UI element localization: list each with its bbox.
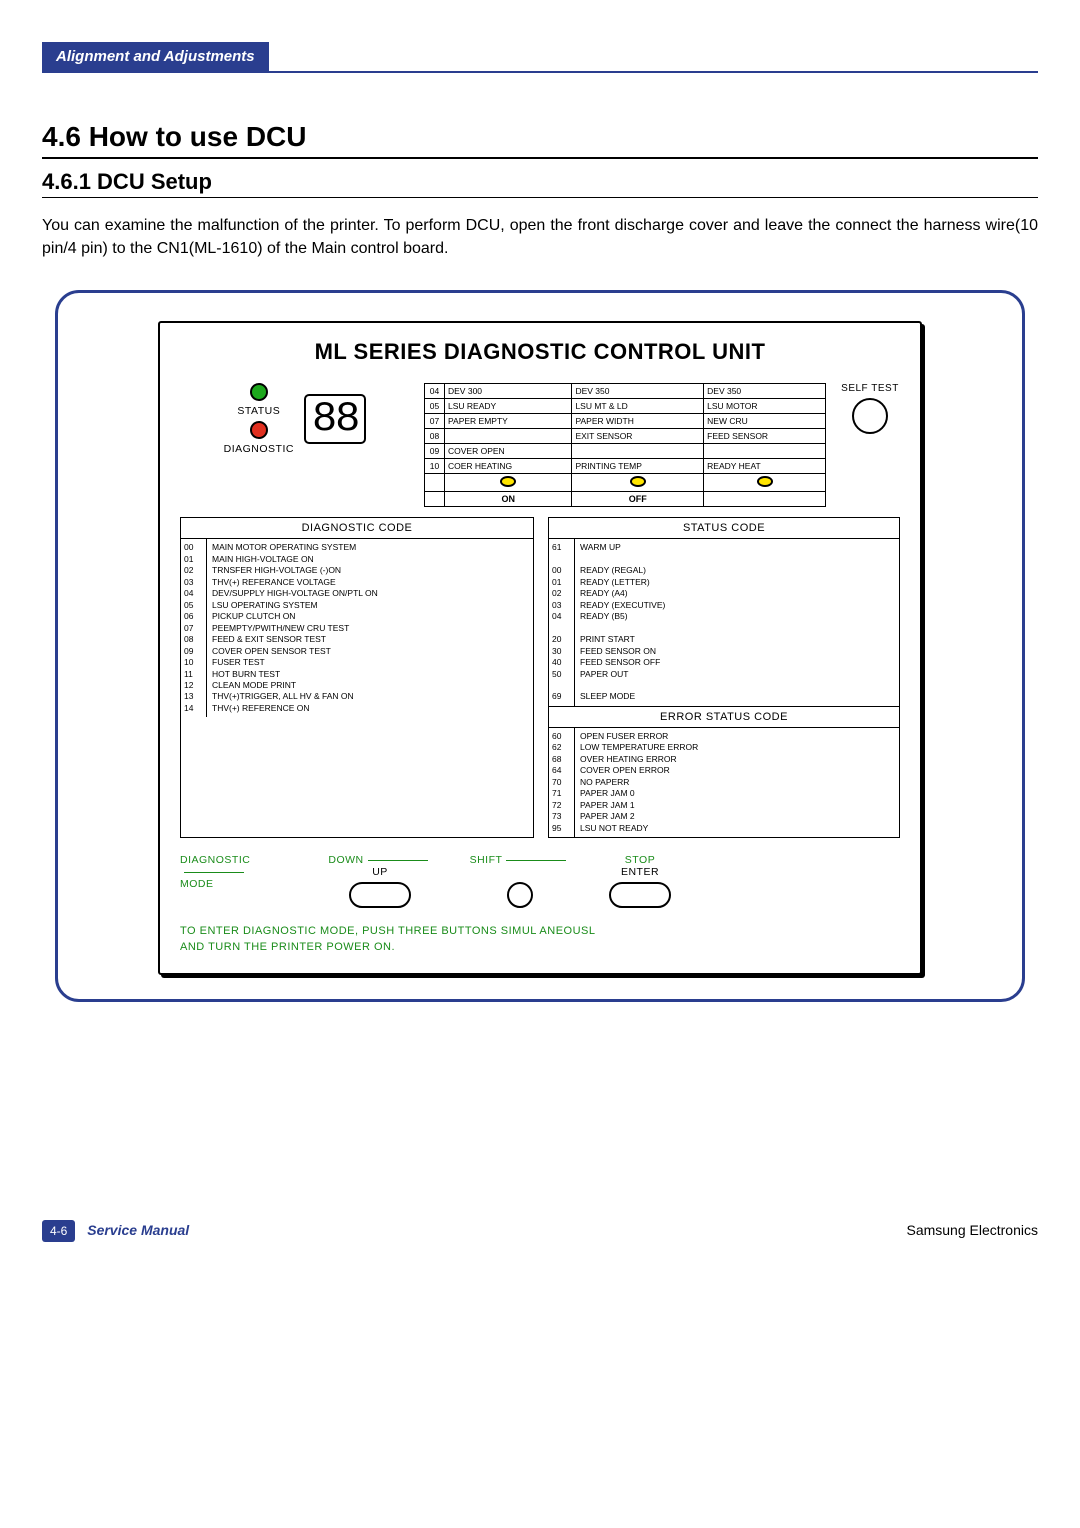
up-label: UP (310, 866, 450, 878)
header-bar: Alignment and Adjustments (42, 42, 1038, 73)
up-down-button[interactable] (349, 882, 411, 908)
company-label: Samsung Electronics (906, 1222, 1038, 1238)
dcu-title: ML SERIES DIAGNOSTIC CONTROL UNIT (180, 339, 900, 365)
self-test-block: SELF TEST (840, 383, 900, 507)
diagnostic-label: DIAGNOSTIC (224, 443, 294, 455)
instruction-text: TO ENTER DIAGNOSTIC MODE, PUSH THREE BUT… (180, 924, 900, 955)
shift-button[interactable] (507, 882, 533, 908)
subsection-heading: 4.6.1 DCU Setup (42, 169, 1038, 198)
status-led-red (250, 421, 268, 439)
self-test-label: SELF TEST (840, 383, 900, 394)
header-tab: Alignment and Adjustments (42, 42, 269, 71)
status-block: STATUS DIAGNOSTIC 88 (180, 383, 410, 507)
service-manual-label: Service Manual (87, 1222, 189, 1238)
self-test-button[interactable] (852, 398, 888, 434)
stop-enter-button[interactable] (609, 882, 671, 908)
status-label: STATUS (237, 405, 280, 417)
section-heading: 4.6 How to use DCU (42, 121, 1038, 159)
body-paragraph: You can examine the malfunction of the p… (42, 214, 1038, 260)
error-code-box: ERROR STATUS CODE 606268647071727395 OPE… (548, 707, 900, 838)
dcu-box: ML SERIES DIAGNOSTIC CONTROL UNIT STATUS… (158, 321, 922, 975)
status-led-green (250, 383, 268, 401)
dcu-panel-frame: ML SERIES DIAGNOSTIC CONTROL UNIT STATUS… (55, 290, 1025, 1002)
down-label: DOWN (328, 854, 363, 866)
diag-mode-label: DIAGNOSTIC (180, 854, 250, 866)
page-number: 4-6 (42, 1220, 75, 1242)
button-row: DIAGNOSTIC MODE DOWN UP SHIFT STOP ENTER (180, 854, 900, 908)
error-code-title: ERROR STATUS CODE (549, 707, 899, 728)
page-footer: 4-6 Service Manual Samsung Electronics (42, 1222, 1038, 1238)
status-code-title: STATUS CODE (549, 518, 899, 539)
shift-label: SHIFT (470, 854, 503, 866)
diagnostic-code-title: DIAGNOSTIC CODE (181, 518, 533, 539)
segment-display: 88 (304, 394, 366, 444)
stop-label: STOP (625, 854, 655, 866)
enter-label: ENTER (590, 866, 690, 878)
diagnostic-code-box: DIAGNOSTIC CODE 000102030405060708091011… (180, 517, 534, 838)
mode-label: MODE (180, 878, 214, 890)
status-code-box: STATUS CODE 61 0001020304 20304050 69 WA… (548, 517, 900, 707)
led-table: 04DEV 300DEV 350DEV 35005LSU READYLSU MT… (424, 383, 826, 507)
